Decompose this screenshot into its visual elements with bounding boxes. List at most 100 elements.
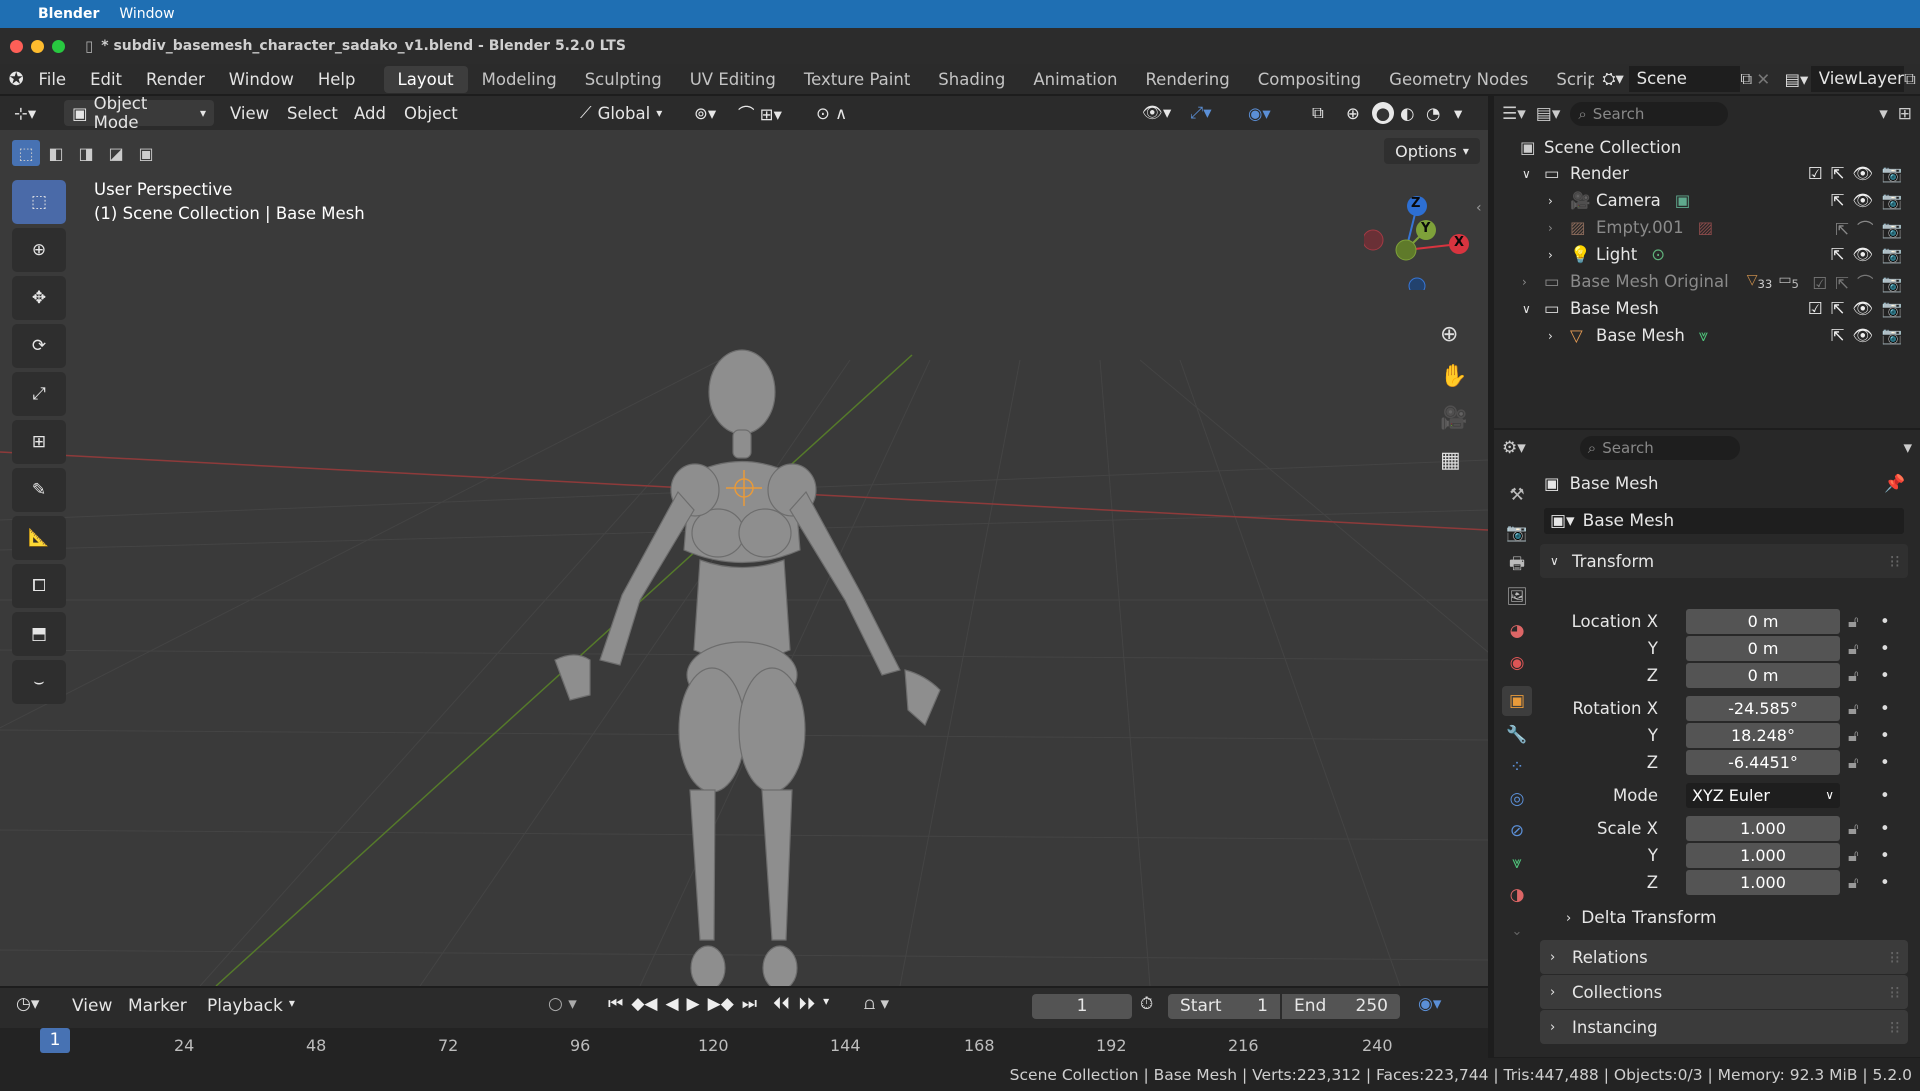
zoom-window-button[interactable] [52,39,65,53]
scene-icon[interactable]: ⛭▾ [1602,69,1628,89]
select-box-tool-icon[interactable]: ⬚ [12,180,66,224]
outliner-row-camera[interactable]: › 🎥 Camera ▣ ⇱👁📷 [1494,187,1920,214]
tab-geometry-nodes[interactable]: Geometry Nodes [1375,66,1542,93]
drag-handle-icon[interactable]: ⁝⁝ [1890,948,1901,967]
record-icon[interactable]: ○ ▾ [548,994,577,1014]
rotation-y-field[interactable]: 18.248° [1686,723,1840,748]
tab-shading[interactable]: Shading [924,66,1019,93]
tab-compositing[interactable]: Compositing [1244,66,1375,93]
light-data-icon[interactable]: ⊙ [1651,245,1665,264]
gizmo-toggle-icon[interactable]: ⤢▾ [1190,100,1211,126]
play-reverse-icon[interactable]: ◀ [665,994,678,1014]
menu-object[interactable]: Object [404,100,458,126]
menu-render[interactable]: Render [134,70,217,89]
stopwatch-icon[interactable]: ⏱ [1140,994,1153,1014]
visibility-icon[interactable]: 👁▾ [1142,100,1171,126]
timeline-menu-marker[interactable]: Marker [128,996,187,1016]
blender-logo-icon[interactable]: ✪ [6,69,26,90]
camera-view-icon[interactable]: 🎥 [1440,406,1467,431]
scale-y-field[interactable]: 1.000 [1686,843,1840,868]
empty-image-icon[interactable]: ▨ [1698,218,1714,237]
tab-animation[interactable]: Animation [1019,66,1131,93]
playhead-frame[interactable]: 1 [40,1028,70,1053]
keyframe-dot-icon[interactable]: • [1880,726,1890,745]
properties-search-input[interactable]: ⌕ Search [1579,436,1740,460]
chevron-down-icon[interactable]: ∨ [1522,167,1544,181]
select-extend-icon[interactable]: ◧ [42,140,70,166]
scale-tool-icon[interactable]: ⤢ [12,372,66,416]
chevron-right-icon[interactable]: › [1522,275,1544,289]
select-subtract-icon[interactable]: ◨ [72,140,100,166]
measure-tool-icon[interactable]: 📐 [12,516,66,560]
outliner-row-light[interactable]: › 💡 Light ⊙ ⇱👁📷 [1494,241,1920,268]
timeline-menu-playback[interactable]: Playback ▾ [207,996,295,1016]
new-collection-icon[interactable]: ⊞ [1898,104,1912,124]
current-frame-field[interactable]: 1 [1032,994,1132,1019]
row-icons[interactable]: ⇱👁📷 [1831,191,1910,211]
ortho-grid-icon[interactable]: ▦ [1440,448,1461,473]
lock-icon[interactable]: 🔓︎ [1848,846,1859,866]
editor-type-icon[interactable]: ⊹▾ [14,100,36,126]
next-frame-icon[interactable]: ⏵⏵ [798,994,815,1014]
instancing-panel-header[interactable]: › Instancing ⁝⁝ [1540,1010,1908,1044]
menu-view[interactable]: View [230,100,269,126]
drag-handle-icon[interactable]: ⁝⁝ [1890,1018,1901,1037]
delta-transform-subpanel[interactable]: › Delta Transform [1566,908,1717,928]
play-icon[interactable]: ▶ [687,994,700,1014]
scene-field[interactable]: Scene [1628,66,1741,92]
keyframe-dot-icon[interactable]: • [1880,786,1890,805]
lock-icon[interactable]: 🔓︎ [1848,666,1859,686]
scene-copy-icon[interactable]: ⧉ [1740,69,1756,89]
filter-icon[interactable]: ▾ [1879,104,1888,124]
display-mode-icon[interactable]: ▤▾ [1536,104,1561,124]
keyframe-dot-icon[interactable]: • [1880,873,1890,892]
drag-handle-icon[interactable]: ⁝⁝ [1890,983,1901,1002]
mode-dropdown[interactable]: ▣ Object Mode ▾ [64,94,214,132]
start-frame-field[interactable]: Start 1 [1168,994,1280,1019]
keyframe-dot-icon[interactable]: • [1880,753,1890,772]
properties-editor-icon[interactable]: ⚙▾ [1502,438,1526,458]
annotate-tool-icon[interactable]: ✎ [12,468,66,512]
location-y-field[interactable]: 0 m [1686,636,1840,661]
keyframe-dot-icon[interactable]: • [1880,639,1890,658]
extrude-tool-icon[interactable]: ⬒ [12,612,66,656]
lock-icon[interactable]: 🔓︎ [1848,612,1859,632]
rendered-shading-icon[interactable]: ◔ [1426,100,1440,126]
menu-edit[interactable]: Edit [78,70,134,89]
transform-tool-icon[interactable]: ⊞ [12,420,66,464]
zoom-icon[interactable]: ⊕ [1440,322,1458,347]
next-keyframe-icon[interactable]: ▶◆ [708,994,734,1014]
timeline-overlay-icon[interactable]: ◉▾ [1418,994,1441,1014]
jump-start-icon[interactable]: ⏮ [608,994,623,1014]
wireframe-shading-icon[interactable]: ⊕ [1346,100,1360,126]
timeline-menu-view[interactable]: View [72,996,112,1016]
row-icons[interactable]: ⇱👁📷 [1831,245,1910,265]
outliner-row-scene-collection[interactable]: ▣ Scene Collection [1494,134,1920,161]
overlay-toggle-icon[interactable]: ◉▾ [1248,100,1271,126]
tab-scripting[interactable]: Scriptin [1542,66,1594,93]
view-layer-field[interactable]: ViewLayer [1810,66,1904,92]
outliner-row-render[interactable]: ∨ ▭ Render ☑⇱👁📷 [1494,160,1920,187]
chevron-right-icon[interactable]: › [1548,221,1570,235]
select-new-icon[interactable]: ⬚ [12,140,40,166]
keyframe-dot-icon[interactable]: • [1880,846,1890,865]
lock-icon[interactable]: 🔓︎ [1848,819,1859,839]
select-intersect-icon[interactable]: ▣ [132,140,160,166]
tab-rendering[interactable]: Rendering [1131,66,1243,93]
tab-modeling[interactable]: Modeling [468,66,571,93]
location-x-field[interactable]: 0 m [1686,609,1840,634]
cursor-tool-icon[interactable]: ⊕ [12,228,66,272]
move-tool-icon[interactable]: ✥ [12,276,66,320]
rotation-mode-dropdown[interactable]: XYZ Euler ∨ [1686,783,1840,808]
chevron-right-icon[interactable]: › [1548,194,1570,208]
keyframe-dot-icon[interactable]: • [1880,612,1890,631]
rotate-tool-icon[interactable]: ⟳ [12,324,66,368]
snap-icon[interactable]: ⌒ ⊞▾ [738,100,782,126]
tab-sculpting[interactable]: Sculpting [571,66,676,93]
material-shading-icon[interactable]: ◐ [1400,100,1414,126]
os-menu-app[interactable]: Blender [38,6,99,22]
curve-tool-icon[interactable]: ⌣ [12,660,66,704]
chevron-right-icon[interactable]: › [1548,248,1570,262]
jump-end-icon[interactable]: ⏭ [742,994,757,1014]
row-icons[interactable]: ☑⇱👁📷 [1808,164,1910,184]
